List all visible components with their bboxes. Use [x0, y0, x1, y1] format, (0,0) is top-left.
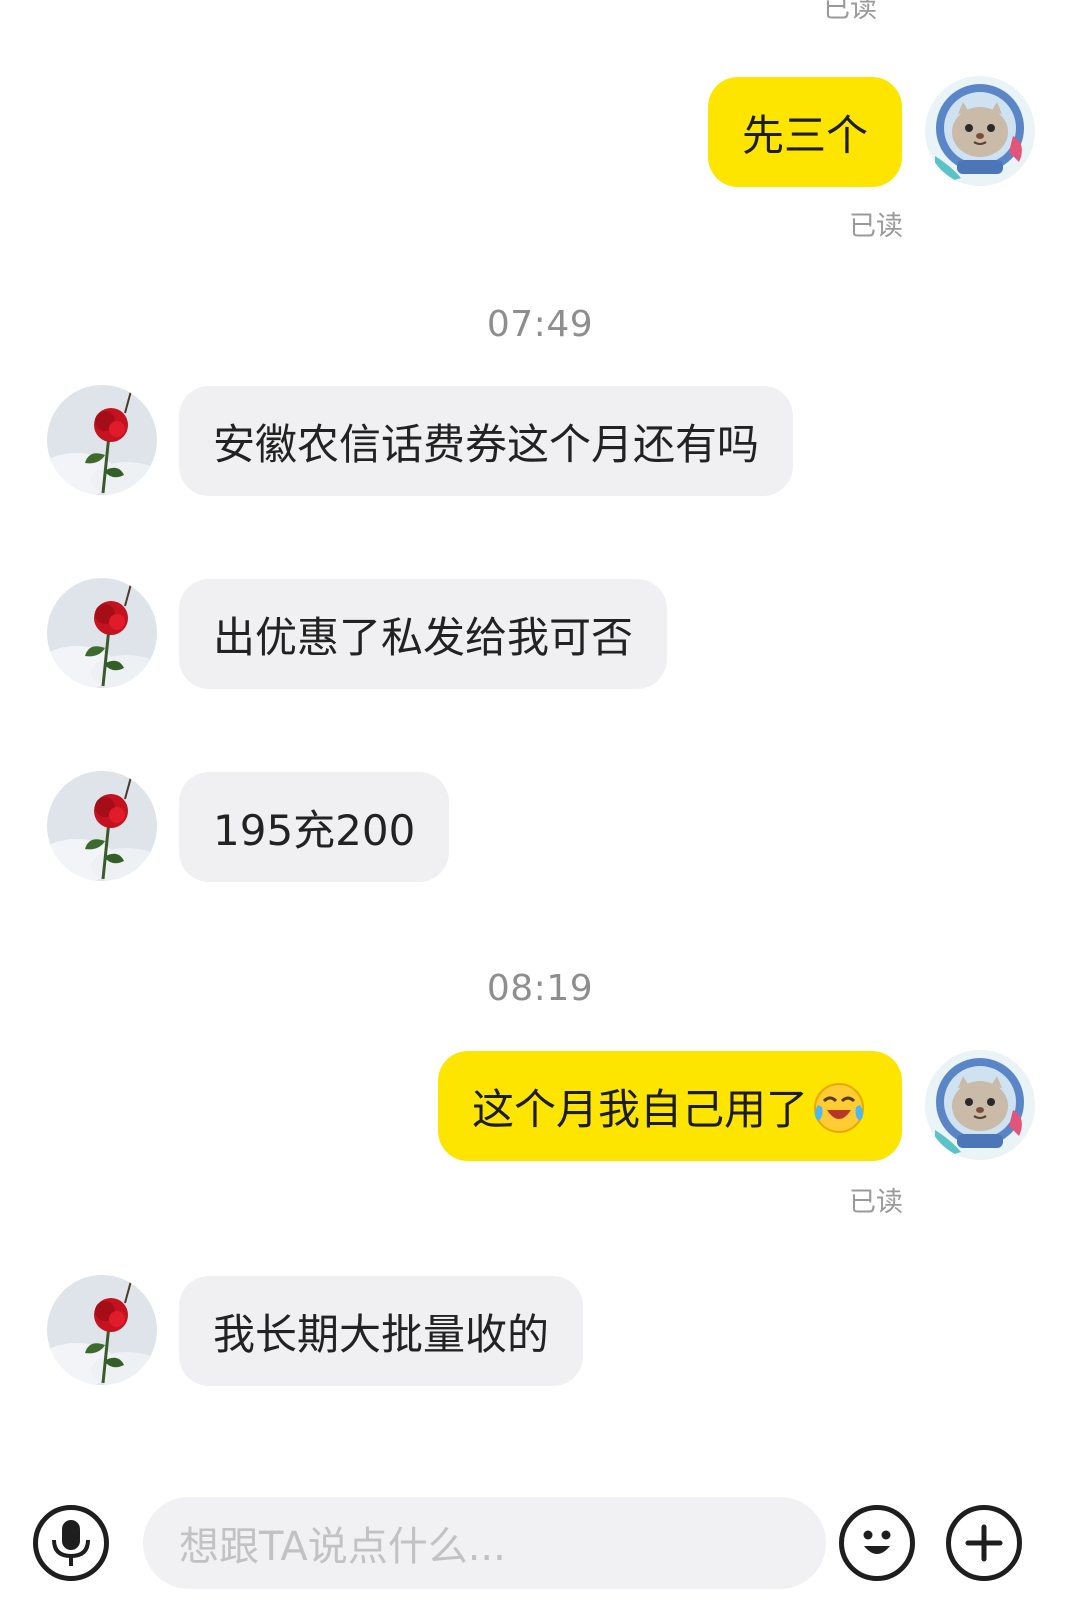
message-row-incoming: 我长期大批量收的	[0, 1275, 1080, 1387]
message-row-outgoing: 这个月我自己用了	[0, 1050, 1080, 1162]
message-text: 安徽农信话费券这个月还有吗	[213, 419, 760, 469]
message-timestamp: 08:19	[486, 968, 594, 1009]
smiley-icon	[863, 1530, 891, 1554]
crying-laughing-emoji-icon	[810, 1077, 868, 1135]
message-input[interactable]: 想跟TA说点什么...	[143, 1497, 826, 1589]
read-receipt: 已读	[823, 0, 877, 24]
rose-avatar-icon	[47, 1275, 157, 1385]
message-bubble-outgoing[interactable]: 先三个	[707, 77, 902, 187]
message-text: 我长期大批量收的	[213, 1309, 550, 1359]
message-bubble-incoming[interactable]: 出优惠了私发给我可否	[179, 579, 668, 689]
read-receipt: 已读	[849, 211, 903, 242]
contact-avatar[interactable]	[47, 385, 157, 495]
message-row-outgoing: 先三个	[0, 76, 1080, 188]
contact-avatar[interactable]	[47, 771, 157, 881]
contact-avatar[interactable]	[47, 1275, 157, 1385]
microphone-icon	[52, 1520, 90, 1566]
contact-avatar[interactable]	[47, 578, 157, 688]
message-timestamp: 07:49	[486, 304, 594, 345]
plus-icon	[965, 1524, 1003, 1562]
message-row-incoming: 安徽农信话费券这个月还有吗	[0, 385, 1080, 497]
rose-avatar-icon	[47, 385, 157, 495]
chat-screen: 已读 先三个 已读 07:49 安徽农信话费券这个月还有吗 出优惠了私发给我可否…	[0, 0, 1080, 1610]
emoji-button[interactable]	[839, 1505, 915, 1581]
message-composer: 想跟TA说点什么...	[0, 1460, 1080, 1610]
voice-input-button[interactable]	[33, 1505, 109, 1581]
message-input-placeholder: 想跟TA说点什么...	[179, 1524, 506, 1570]
read-receipt: 已读	[849, 1187, 903, 1218]
message-text: 出优惠了私发给我可否	[213, 612, 634, 662]
my-avatar[interactable]	[925, 1050, 1035, 1160]
message-bubble-incoming[interactable]: 我长期大批量收的	[179, 1276, 584, 1386]
rose-avatar-icon	[47, 578, 157, 688]
seal-astronaut-avatar-icon	[925, 1050, 1035, 1160]
more-actions-button[interactable]	[946, 1505, 1022, 1581]
message-row-incoming: 出优惠了私发给我可否	[0, 578, 1080, 690]
message-row-incoming: 195充200	[0, 771, 1080, 883]
message-bubble-incoming[interactable]: 195充200	[179, 772, 450, 882]
message-text: 先三个	[741, 110, 868, 160]
message-bubble-incoming[interactable]: 安徽农信话费券这个月还有吗	[179, 386, 794, 496]
seal-astronaut-avatar-icon	[925, 76, 1035, 186]
message-bubble-outgoing[interactable]: 这个月我自己用了	[437, 1051, 902, 1161]
message-text: 这个月我自己用了	[471, 1084, 808, 1134]
message-text: 195充200	[213, 805, 416, 855]
my-avatar[interactable]	[925, 76, 1035, 186]
rose-avatar-icon	[47, 771, 157, 881]
